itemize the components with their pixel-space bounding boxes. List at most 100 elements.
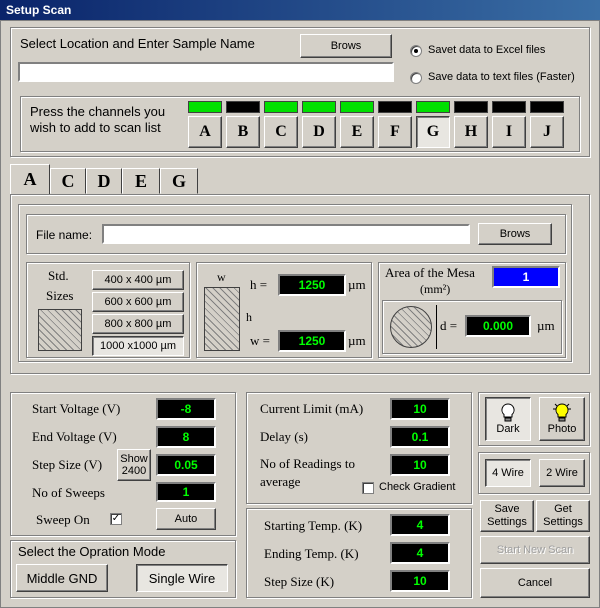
tab-c[interactable]: C (50, 168, 86, 194)
tab-e[interactable]: E (122, 168, 160, 194)
channel-indicator (454, 101, 488, 113)
tab-d[interactable]: D (86, 168, 122, 194)
mesa-area-value: 1 (492, 266, 560, 288)
start-temp-label: Starting Temp. (K) (264, 518, 363, 533)
sweeps-label: No of Sweeps (32, 485, 105, 500)
text-radio-label: Save data to text files (Faster) (428, 71, 575, 83)
channel-button-c[interactable]: C (264, 116, 298, 148)
rect-w-label: w (217, 270, 226, 284)
bulb-off-icon (501, 403, 515, 422)
title-bar: Setup Scan (0, 0, 600, 20)
size-option-button[interactable]: 800 x 800 µm (92, 314, 184, 334)
channel-button-i[interactable]: I (492, 116, 526, 148)
channel-button-b[interactable]: B (226, 116, 260, 148)
location-label: Select Location and Enter Sample Name (20, 36, 255, 51)
sizes-title-1: Std. (48, 268, 69, 283)
sweep-on-checkbox[interactable]: ✓ (110, 513, 122, 525)
diameter-value[interactable]: 0.000 (465, 315, 531, 337)
h-eq-label: h = (250, 277, 268, 292)
current-limit-label: Current Limit (mA) (260, 401, 364, 416)
readings-label-1: No of Readings to (260, 456, 355, 471)
save-settings-button[interactable]: Save Settings (480, 500, 534, 532)
cancel-button[interactable]: Cancel (480, 568, 590, 598)
check-gradient-checkbox[interactable] (362, 482, 374, 494)
two-wire-button[interactable]: 2 Wire (539, 459, 585, 487)
mesa-unit: (mm²) (420, 282, 451, 296)
readings-value[interactable]: 10 (390, 454, 450, 476)
channel-button-d[interactable]: D (302, 116, 336, 148)
channel-button-a[interactable]: A (188, 116, 222, 148)
start-voltage-label: Start Voltage (V) (32, 401, 121, 416)
size-option-button[interactable]: 600 x 600 µm (92, 292, 184, 312)
middle-gnd-button[interactable]: Middle GND (16, 564, 108, 592)
window-title: Setup Scan (6, 3, 72, 17)
h-value[interactable]: 1250 (278, 274, 346, 296)
photo-button[interactable]: Photo (539, 397, 585, 441)
auto-button[interactable]: Auto (156, 508, 216, 530)
channel-indicator (340, 101, 374, 113)
sizes-title-2: Sizes (46, 288, 74, 303)
rect-sample-icon (204, 287, 240, 351)
current-limit-value[interactable]: 10 (390, 398, 450, 420)
show-2400-line2: 2400 (121, 465, 147, 477)
mesa-title: Area of the Mesa (385, 265, 475, 280)
size-option-button[interactable]: 400 x 400 µm (92, 270, 184, 290)
browse-file-button[interactable]: Brows (478, 223, 552, 245)
channel-indicator (226, 101, 260, 113)
start-voltage-value[interactable]: -8 (156, 398, 216, 420)
channel-button-j[interactable]: J (530, 116, 564, 148)
channel-button-e[interactable]: E (340, 116, 374, 148)
channel-button-h[interactable]: H (454, 116, 488, 148)
channel-button-f[interactable]: F (378, 116, 412, 148)
get-settings-button[interactable]: Get Settings (536, 500, 590, 532)
single-wire-button[interactable]: Single Wire (136, 564, 228, 592)
rect-h-label: h (246, 310, 252, 324)
diameter-unit: µm (537, 318, 555, 333)
check-gradient-label: Check Gradient (379, 481, 456, 493)
readings-label-2: average (260, 474, 301, 489)
diameter-marker (436, 305, 438, 349)
excel-radio[interactable] (410, 45, 422, 57)
end-voltage-label: End Voltage (V) (32, 429, 117, 444)
delay-label: Delay (s) (260, 429, 309, 444)
show-2400-button[interactable]: Show 2400 (117, 449, 151, 481)
channel-indicator (416, 101, 450, 113)
delay-value[interactable]: 0.1 (390, 426, 450, 448)
end-temp-label: Ending Temp. (K) (264, 546, 359, 561)
start-new-scan-button[interactable]: Start New Scan (480, 536, 590, 564)
file-name-input[interactable] (102, 224, 470, 244)
four-wire-button[interactable]: 4 Wire (485, 459, 531, 487)
dark-button[interactable]: Dark (485, 397, 531, 441)
browse-location-button[interactable]: Brows (300, 34, 392, 58)
channel-indicator (188, 101, 222, 113)
step-voltage-value[interactable]: 0.05 (156, 454, 216, 476)
file-label: File name: (36, 228, 93, 242)
bulb-on-icon (553, 403, 571, 422)
end-voltage-value[interactable]: 8 (156, 426, 216, 448)
sweeps-value[interactable]: 1 (156, 482, 216, 502)
temp-step-value[interactable]: 10 (390, 570, 450, 592)
get-line2: Settings (543, 516, 583, 528)
photo-label: Photo (547, 423, 577, 435)
w-unit: µm (348, 333, 366, 348)
tab-a[interactable]: A (10, 164, 50, 195)
size-option-button[interactable]: 1000 x1000 µm (92, 336, 184, 356)
end-temp-value[interactable]: 4 (390, 542, 450, 564)
h-unit: µm (348, 277, 366, 292)
dark-label: Dark (496, 423, 520, 435)
step-voltage-label: Step Size (V) (32, 457, 103, 472)
channel-button-g[interactable]: G (416, 116, 450, 148)
sample-path-input[interactable] (18, 62, 394, 82)
channels-prompt-1: Press the channels you (30, 104, 166, 119)
text-radio[interactable] (410, 72, 422, 84)
circle-sample-icon (390, 306, 432, 348)
tab-g[interactable]: G (160, 168, 198, 194)
save-line2: Settings (487, 516, 527, 528)
start-temp-value[interactable]: 4 (390, 514, 450, 536)
mode-title: Select the Opration Mode (18, 544, 166, 559)
w-value[interactable]: 1250 (278, 330, 346, 352)
w-eq-label: w = (250, 333, 270, 348)
d-eq-label: d = (440, 318, 458, 333)
save-line1: Save (494, 503, 520, 515)
channel-indicator (302, 101, 336, 113)
